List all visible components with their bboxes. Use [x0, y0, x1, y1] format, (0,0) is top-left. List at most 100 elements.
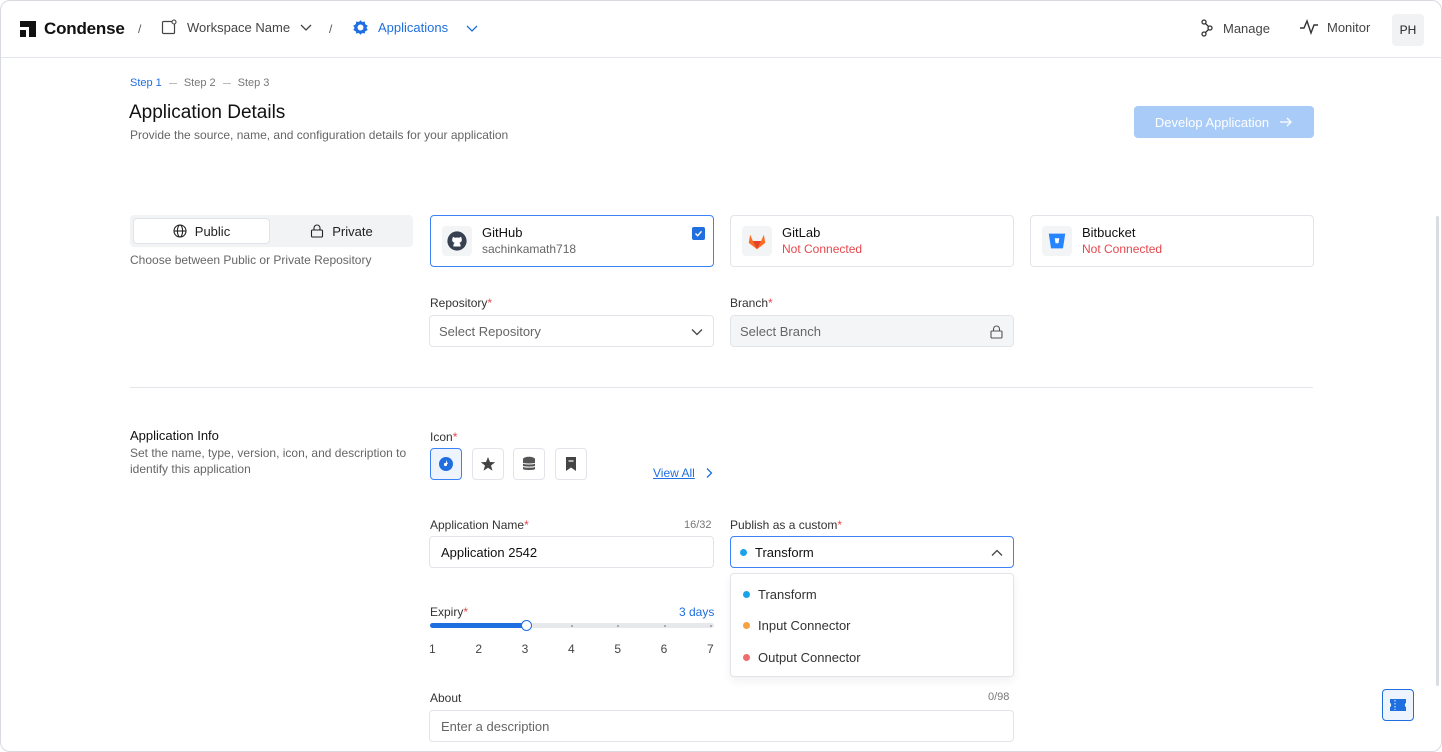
public-label: Public — [194, 223, 231, 239]
application-info-title: Application Info — [130, 428, 219, 443]
section-divider — [130, 387, 1313, 388]
provider-status: Not Connected — [782, 242, 863, 256]
slider-tick — [571, 625, 573, 627]
about-placeholder: Enter a description — [441, 718, 550, 734]
breadcrumb-separator: / — [329, 22, 333, 36]
slider-tick — [663, 625, 666, 627]
expiry-slider-fill — [430, 623, 526, 628]
slider-tick-label: 5 — [614, 642, 622, 656]
transform-dot-icon — [740, 548, 747, 556]
section-name: Applications — [378, 20, 449, 35]
brand-name: Condense — [44, 19, 125, 38]
chevron-right-icon — [706, 468, 713, 478]
manage-link[interactable]: Manage — [1200, 19, 1270, 37]
bookmark-icon — [566, 457, 576, 471]
develop-application-button[interactable]: Develop Application — [1134, 106, 1314, 138]
compass-icon — [439, 457, 453, 471]
slider-tick — [617, 625, 620, 627]
branch-placeholder: Select Branch — [740, 323, 821, 339]
provider-card-bitbucket[interactable]: Bitbucket Not Connected — [1030, 215, 1314, 267]
ticket-icon — [1390, 699, 1406, 711]
expiry-slider[interactable] — [430, 620, 714, 631]
icon-option-database[interactable] — [513, 448, 545, 480]
slider-tick-label: 2 — [475, 642, 483, 656]
slider-tick-label: 3 — [521, 642, 529, 656]
chevron-down-icon — [691, 329, 703, 336]
star-icon — [480, 457, 496, 471]
user-avatar[interactable]: PH — [1392, 14, 1424, 46]
output-connector-dot-icon — [743, 654, 750, 661]
publish-option-input-connector[interactable]: Input Connector — [743, 618, 851, 633]
expiry-label: Expiry* — [430, 605, 469, 619]
brand-logo[interactable]: Condense — [18, 19, 125, 39]
public-option[interactable]: Public — [134, 219, 269, 243]
repository-select[interactable]: Select Repository — [429, 315, 714, 347]
slider-tick-label: 4 — [568, 642, 575, 656]
provider-account: sachinkamath718 — [482, 242, 577, 256]
application-name-counter: 16/32 — [684, 519, 712, 531]
globe-icon — [173, 224, 187, 238]
expiry-slider-thumb[interactable] — [520, 620, 532, 631]
step-2[interactable]: Step 2 — [184, 77, 216, 89]
about-input[interactable]: Enter a description — [429, 710, 1014, 742]
breadcrumb-workspace[interactable]: Workspace Name — [161, 19, 312, 35]
icon-option-compass[interactable] — [430, 448, 462, 480]
slider-tick-label: 7 — [707, 642, 714, 656]
expiry-value: 3 days — [679, 605, 715, 619]
step-3[interactable]: Step 3 — [238, 77, 270, 89]
repository-placeholder: Select Repository — [439, 323, 541, 339]
repository-label: Repository* — [430, 296, 493, 310]
option-label: Input Connector — [758, 618, 851, 633]
private-label: Private — [332, 223, 373, 239]
page-scrollbar[interactable] — [1436, 216, 1439, 686]
chevron-down-icon — [300, 24, 312, 31]
chevron-down-icon — [466, 25, 478, 32]
top-navigation-bar: Condense / Workspace Name / Applications — [1, 1, 1441, 58]
slider-tick — [710, 625, 712, 627]
icon-label: Icon* — [430, 430, 458, 444]
provider-card-gitlab[interactable]: GitLab Not Connected — [730, 215, 1014, 267]
chevron-up-icon — [991, 549, 1003, 556]
slider-tick-label: 6 — [660, 642, 668, 656]
checkbox-checked-icon[interactable] — [692, 227, 705, 240]
icon-option-star[interactable] — [472, 448, 504, 480]
icon-option-bookmark[interactable] — [555, 448, 587, 480]
condense-logo-icon — [20, 21, 36, 37]
publish-type-select[interactable]: Transform — [730, 536, 1014, 568]
branch-select[interactable]: Select Branch — [730, 315, 1014, 347]
lock-icon — [311, 224, 324, 238]
provider-name: Bitbucket — [1082, 225, 1136, 240]
workspace-name: Workspace Name — [187, 19, 291, 35]
step-1[interactable]: Step 1 — [130, 77, 162, 89]
monitor-label: Monitor — [1327, 19, 1371, 35]
publish-as-label-text: Publish as a custom — [730, 518, 838, 532]
icon-label-text: Icon — [430, 430, 453, 444]
gear-icon — [353, 20, 368, 35]
stepper: Step 1 Step 2 Step 3 — [130, 77, 269, 89]
about-counter: 0/98 — [988, 691, 1010, 703]
application-name-input[interactable]: Application 2542 — [429, 536, 714, 568]
option-label: Transform — [758, 587, 817, 602]
publish-option-transform[interactable]: Transform — [743, 587, 817, 602]
expiry-label-text: Expiry — [430, 605, 464, 619]
step-divider — [168, 82, 177, 84]
transform-dot-icon — [743, 591, 750, 598]
application-name-label: Application Name* — [430, 518, 529, 532]
bitbucket-icon — [1042, 226, 1072, 256]
monitor-link[interactable]: Monitor — [1299, 19, 1370, 35]
breadcrumb-applications[interactable]: Applications — [352, 19, 478, 36]
develop-button-label: Develop Application — [1154, 114, 1270, 130]
publish-option-output-connector[interactable]: Output Connector — [743, 650, 861, 665]
support-ticket-button[interactable] — [1382, 689, 1414, 721]
view-all-icons-link[interactable]: View All — [653, 466, 713, 480]
provider-card-github[interactable]: GitHub sachinkamath718 — [430, 215, 714, 267]
option-label: Output Connector — [758, 650, 861, 665]
provider-name: GitHub — [482, 225, 523, 240]
lock-icon — [990, 325, 1003, 339]
slider-tick-label: 1 — [429, 642, 436, 656]
publish-as-label: Publish as a custom* — [730, 518, 843, 532]
private-option[interactable]: Private — [274, 219, 409, 243]
step-divider — [222, 82, 231, 84]
view-all-label: View All — [653, 466, 695, 480]
github-icon — [442, 226, 472, 256]
